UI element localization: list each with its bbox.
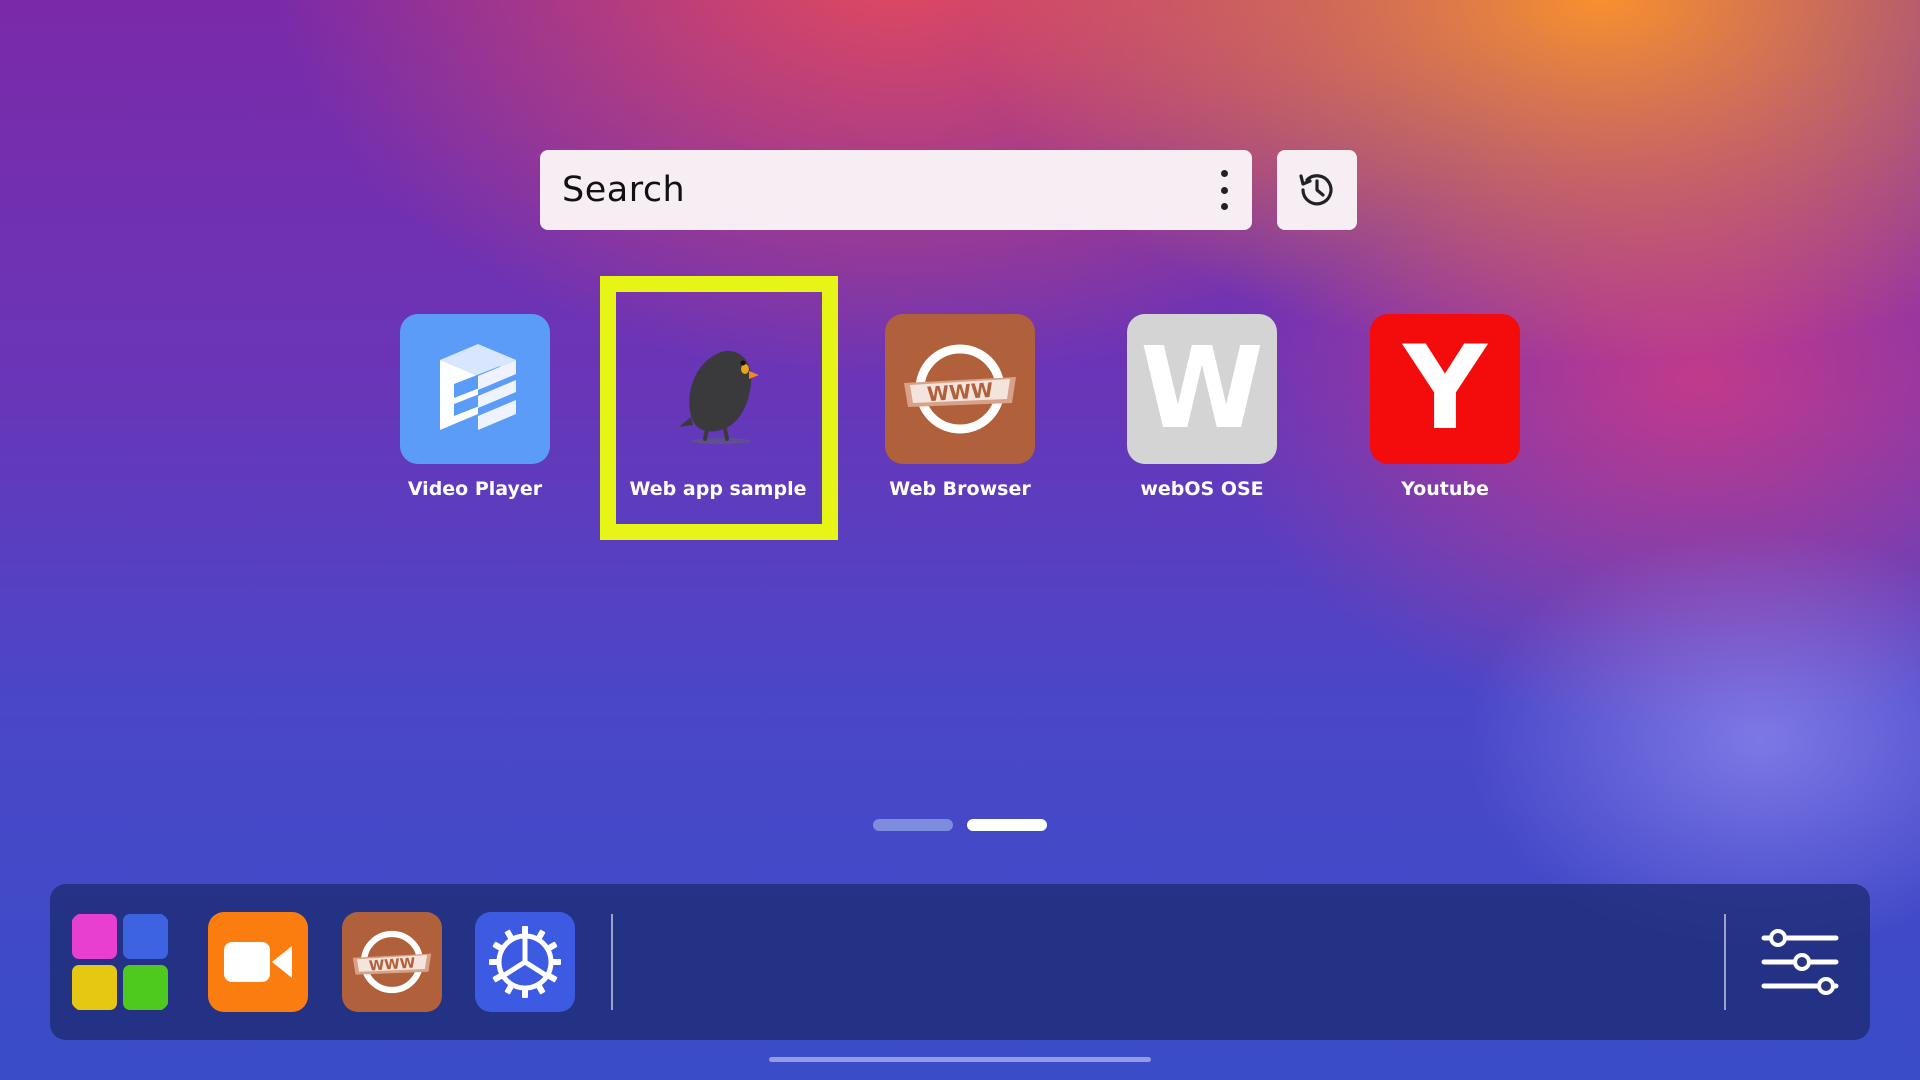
home-indicator [769,1057,1151,1062]
camera-app-button[interactable] [208,912,308,1012]
sliders-icon [1761,929,1839,995]
y-letter-icon: Y [1370,314,1520,464]
app-webos-ose[interactable]: W webOS OSE [1102,314,1302,500]
search-placeholder: Search [562,170,686,210]
dock-divider-left [611,914,613,1010]
www-globe-icon: WWW [885,314,1035,464]
browser-app-button[interactable]: WWW [342,912,442,1012]
app-label: Youtube [1401,478,1489,500]
dock: WWW [50,884,1870,1040]
app-label: Web Browser [889,478,1031,500]
all-apps-button[interactable] [70,912,170,1012]
dock-divider-right [1724,914,1726,1010]
history-icon [1299,174,1333,206]
app-label: Video Player [407,478,543,500]
all-apps-grid-icon [72,914,168,1010]
history-button[interactable] [1277,150,1357,230]
page-indicator-2[interactable] [967,819,1047,831]
www-globe-icon: WWW [352,930,432,994]
search-bar[interactable]: Search [540,150,1252,230]
focus-highlight [600,276,838,540]
w-glyph: W [1140,324,1264,454]
settings-app-button[interactable] [475,912,575,1012]
app-label: webOS OSE [1140,478,1264,500]
w-letter-icon: W [1127,314,1277,464]
video-camera-icon [224,942,292,982]
app-youtube[interactable]: Y Youtube [1345,314,1545,500]
search-more-options-icon[interactable] [1218,170,1230,210]
app-web-browser[interactable]: WWW Web Browser [860,314,1060,500]
quick-settings-button[interactable] [1750,912,1850,1012]
video-player-icon [400,314,550,464]
app-video-player[interactable]: Video Player [375,314,575,500]
settings-gear-icon [489,926,561,998]
svg-text:WWW: WWW [368,955,415,974]
y-glyph: Y [1403,321,1487,456]
svg-text:WWW: WWW [926,378,994,407]
page-indicator-1[interactable] [873,819,953,831]
